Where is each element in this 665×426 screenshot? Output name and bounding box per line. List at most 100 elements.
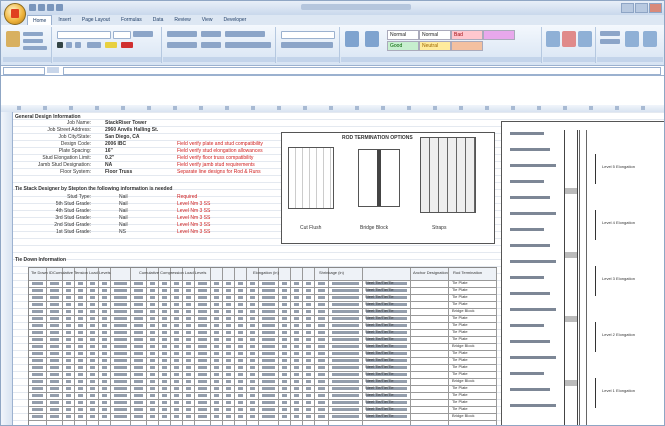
font-name-select[interactable]: [57, 31, 111, 39]
column-header-cell[interactable]: [641, 106, 645, 110]
table-row[interactable]: Steel Tie/Tie/Tie Bridge Block: [29, 413, 497, 421]
stud-title: Tie Stack Designer by Stepton the follow…: [15, 186, 173, 192]
tab-review[interactable]: Review: [169, 15, 195, 25]
column-header-cell[interactable]: [17, 106, 21, 110]
tab-developer[interactable]: Developer: [219, 15, 252, 25]
table-cell: [134, 380, 143, 383]
undo-icon[interactable]: [38, 4, 45, 11]
close-button[interactable]: [649, 3, 662, 13]
style-bad[interactable]: Bad: [451, 30, 483, 40]
format-painter-button[interactable]: [23, 46, 47, 50]
number-format-select[interactable]: [281, 31, 335, 39]
fill-color-button[interactable]: [105, 42, 117, 48]
redo-icon[interactable]: [47, 4, 54, 11]
paste-icon[interactable]: [6, 31, 20, 47]
autosum-button[interactable]: [600, 31, 620, 36]
column-header-cell[interactable]: [225, 106, 229, 110]
column-header-cell[interactable]: [615, 106, 619, 110]
table-cell: [186, 394, 191, 397]
tab-insert[interactable]: Insert: [53, 15, 76, 25]
table-cell: [32, 394, 43, 397]
style-neutral[interactable]: Neutral: [419, 41, 451, 51]
sort-filter-icon[interactable]: [625, 31, 639, 47]
column-header-cell[interactable]: [199, 106, 203, 110]
table-cell: [32, 387, 43, 390]
column-header-cell[interactable]: [433, 106, 437, 110]
tab-view[interactable]: View: [197, 15, 218, 25]
borders-button[interactable]: [87, 42, 101, 48]
indent-buttons[interactable]: [201, 42, 221, 48]
office-button[interactable]: [4, 3, 26, 25]
tab-formulas[interactable]: Formulas: [116, 15, 147, 25]
column-header-cell[interactable]: [121, 106, 125, 110]
column-header-cell[interactable]: [277, 106, 281, 110]
column-header-cell[interactable]: [381, 106, 385, 110]
table-cell: [294, 345, 299, 348]
column-header-cell[interactable]: [95, 106, 99, 110]
style-accent[interactable]: [483, 30, 515, 40]
column-header-cell[interactable]: [329, 106, 333, 110]
number-format-buttons[interactable]: [281, 42, 333, 48]
underline-button[interactable]: [75, 42, 81, 48]
font-color-button[interactable]: [121, 42, 133, 48]
wrap-text-button[interactable]: [225, 31, 265, 37]
conditional-formatting-icon[interactable]: [345, 31, 359, 47]
column-header-cell[interactable]: [511, 106, 515, 110]
find-select-icon[interactable]: [643, 31, 657, 47]
style-normal-2[interactable]: Normal: [419, 30, 451, 40]
bold-button[interactable]: [57, 42, 63, 48]
align-left-buttons[interactable]: [167, 42, 197, 48]
column-header-cell[interactable]: [563, 106, 567, 110]
table-cell: [332, 352, 359, 355]
align-top-buttons[interactable]: [167, 31, 197, 37]
column-header-cell[interactable]: [69, 106, 73, 110]
copy-button[interactable]: [23, 39, 43, 43]
style-good[interactable]: Good: [387, 41, 419, 51]
maximize-button[interactable]: [635, 3, 648, 13]
anchor-cell: Steel Tie/Tie/Tie: [365, 322, 394, 327]
tab-data[interactable]: Data: [148, 15, 169, 25]
format-cells-icon[interactable]: [578, 31, 592, 47]
orientation-button[interactable]: [201, 31, 221, 37]
row-headers[interactable]: [1, 112, 13, 425]
column-header-cell[interactable]: [43, 106, 47, 110]
riser-note: [510, 180, 544, 183]
merge-center-button[interactable]: [225, 42, 271, 48]
table-cell: [198, 338, 207, 341]
table-cell: [294, 373, 299, 376]
insert-cells-icon[interactable]: [546, 31, 560, 47]
table-cell: [78, 401, 83, 404]
formula-input[interactable]: [63, 67, 661, 75]
column-header-cell[interactable]: [537, 106, 541, 110]
column-header-cell[interactable]: [407, 106, 411, 110]
save-icon[interactable]: [29, 4, 36, 11]
style-normal-1[interactable]: Normal: [387, 30, 419, 40]
name-box[interactable]: [3, 67, 45, 75]
font-size-select[interactable]: [113, 31, 131, 39]
table-cell: [318, 359, 325, 362]
column-header-cell[interactable]: [173, 106, 177, 110]
table-cell: [114, 324, 127, 327]
column-header-cell[interactable]: [355, 106, 359, 110]
font-size-grow-button[interactable]: [133, 31, 153, 37]
format-as-table-icon[interactable]: [365, 31, 379, 47]
column-header-cell[interactable]: [485, 106, 489, 110]
delete-cells-icon[interactable]: [562, 31, 576, 47]
minimize-button[interactable]: [621, 3, 634, 13]
style-calc[interactable]: [451, 41, 483, 51]
cut-button[interactable]: [23, 32, 43, 36]
column-header-cell[interactable]: [459, 106, 463, 110]
column-header-cell[interactable]: [251, 106, 255, 110]
stud-label: 2nd Stud Grade:: [54, 222, 91, 228]
italic-button[interactable]: [66, 42, 72, 48]
editing-group: [597, 27, 663, 63]
fx-icon[interactable]: [47, 67, 59, 73]
column-header-cell[interactable]: [589, 106, 593, 110]
tab-page-layout[interactable]: Page Layout: [77, 15, 115, 25]
column-header-cell[interactable]: [147, 106, 151, 110]
fill-button[interactable]: [600, 39, 620, 44]
table-cell: [282, 366, 287, 369]
column-header-cell[interactable]: [303, 106, 307, 110]
stud-value: Nail: [119, 222, 128, 228]
customize-icon[interactable]: [56, 4, 63, 11]
